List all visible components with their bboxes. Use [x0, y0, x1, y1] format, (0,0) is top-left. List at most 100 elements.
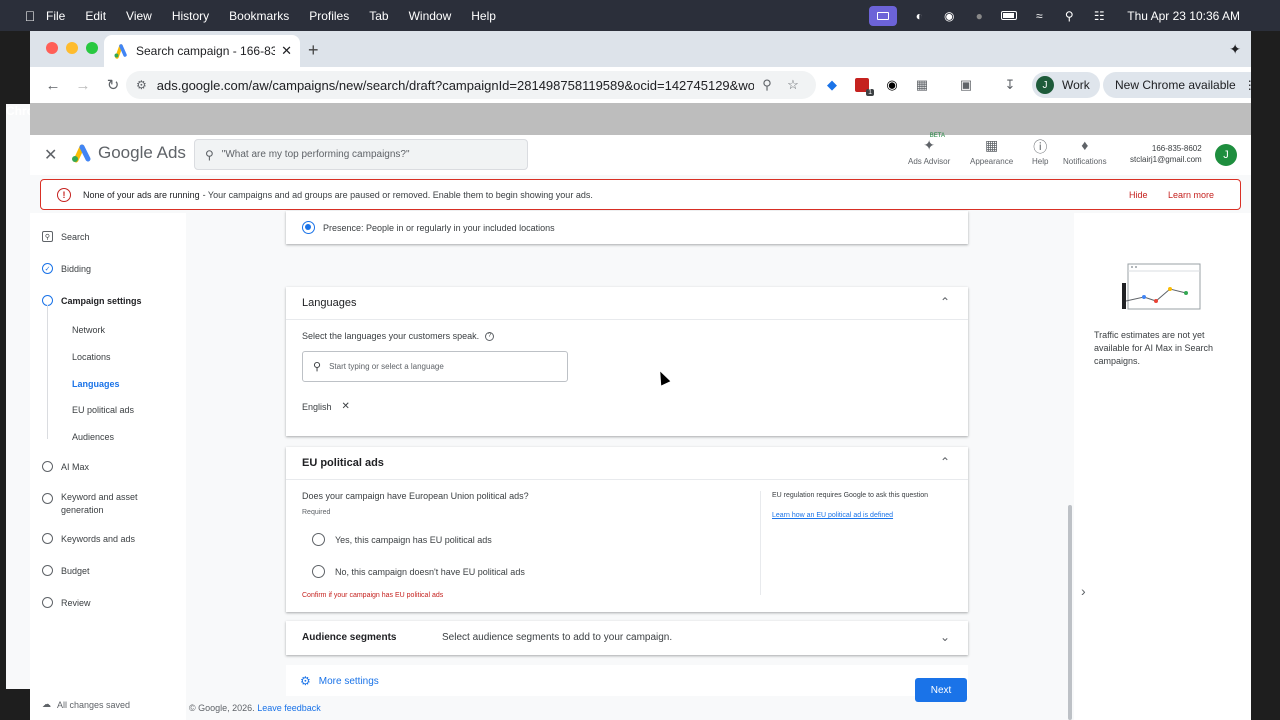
account-email: stclairj1@gmail.com [1130, 155, 1202, 164]
nav-sub-locations[interactable]: Locations [72, 352, 111, 362]
account-avatar[interactable]: J [1215, 144, 1237, 166]
appearance-button[interactable]: ▦ Appearance [970, 137, 1013, 166]
help-outline-icon[interactable]: ? [485, 331, 495, 341]
tab-search-icon[interactable]: ✦ [1229, 41, 1241, 58]
active-tab[interactable]: Search campaign - 166-835- ✕ [104, 35, 300, 67]
grammarly-icon[interactable]: ◉ [941, 9, 957, 23]
spotlight-search-icon[interactable]: ⚲ [1061, 9, 1077, 23]
language-search-input[interactable]: ⚲ Start typing or select a language [302, 351, 568, 382]
macos-menu-bar:  Chrome File Edit View History Bookmark… [0, 0, 1280, 689]
leave-feedback-link[interactable]: Leave feedback [257, 703, 321, 713]
help-icon: ⓘ [1033, 139, 1048, 155]
apple-icon[interactable]:  [14, 8, 46, 24]
minimize-window-button[interactable] [66, 42, 78, 54]
new-chrome-available-button[interactable]: New Chrome available ⋮ [1103, 72, 1251, 98]
alert-learn-more-link[interactable]: Learn more [1168, 190, 1214, 200]
nav-label-bidding: Bidding [61, 263, 92, 274]
sparkle-icon: ✦ BETA [923, 133, 945, 153]
nav-item-keyword-asset-generation[interactable]: Keyword and asset generation [42, 491, 151, 517]
download-icon[interactable]: ↧ [998, 73, 1022, 97]
nav-label-budget: Budget [61, 565, 90, 576]
status-dim-icon[interactable]: ● [971, 9, 987, 23]
nav-sub-eu-political-ads[interactable]: EU political ads [72, 405, 134, 415]
status-c-icon[interactable]: ◐ [911, 9, 927, 23]
nav-item-keywords-and-ads[interactable]: Keywords and ads [42, 533, 135, 544]
alert-title: None of your ads are running [83, 189, 200, 200]
nav-item-search[interactable]: ⚲ Search [42, 231, 90, 242]
notifications-button[interactable]: ♦ Notifications [1063, 137, 1107, 166]
more-settings-card[interactable]: ⚙ More settings [286, 665, 968, 696]
presence-radio[interactable] [302, 221, 315, 234]
ads-advisor-button[interactable]: ✦ BETA Ads Advisor [908, 133, 950, 166]
menu-view[interactable]: View [126, 9, 152, 23]
menu-bookmarks[interactable]: Bookmarks [229, 9, 289, 23]
tab-strip: Search campaign - 166-835- ✕ + ✦ [30, 31, 1251, 67]
more-settings-button[interactable]: ⚙ More settings [300, 674, 379, 688]
extension-tag-icon[interactable]: ◆ [820, 73, 844, 97]
reload-icon[interactable]: ↻ [98, 70, 128, 100]
ads-search-input[interactable]: ⚲ "What are my top performing campaigns?… [194, 139, 528, 170]
site-info-icon[interactable]: ⚙ [136, 78, 147, 92]
remove-chip-icon[interactable]: ✕ [342, 401, 350, 412]
eu-option-no[interactable]: No, this campaign doesn't have EU politi… [312, 565, 525, 578]
wifi-icon[interactable]: ≈ [1031, 9, 1047, 23]
account-info[interactable]: 166-835-8602 stclairj1@gmail.com [1130, 143, 1202, 165]
menu-tab[interactable]: Tab [369, 9, 388, 23]
presence-option[interactable]: Presence: People in or regularly in your… [302, 221, 555, 234]
zoom-icon[interactable]: ⚲ [754, 77, 780, 93]
nav-sub-audiences[interactable]: Audiences [72, 432, 114, 442]
bookmark-star-icon[interactable]: ☆ [780, 77, 806, 93]
extension-circle-icon[interactable]: ◉ [880, 73, 904, 97]
close-window-button[interactable] [46, 42, 58, 54]
language-chip-english: English ✕ [302, 401, 350, 412]
eu-option-yes[interactable]: Yes, this campaign has EU political ads [312, 533, 492, 546]
more-menu-icon[interactable]: ⋮ [1244, 78, 1251, 92]
control-center-icon[interactable]: ☷ [1091, 9, 1107, 23]
menu-history[interactable]: History [172, 9, 209, 23]
close-tab-icon[interactable]: ✕ [281, 43, 292, 59]
eu-no-radio[interactable] [312, 565, 325, 578]
collapse-chevron-up-icon[interactable]: ⌃ [940, 455, 950, 469]
eu-yes-radio[interactable] [312, 533, 325, 546]
nav-item-bidding[interactable]: ✓ Bidding [42, 263, 91, 274]
screen-record-icon[interactable] [869, 5, 898, 26]
new-tab-icon[interactable]: + [308, 40, 319, 61]
nav-sub-languages[interactable]: Languages [72, 379, 120, 389]
forward-icon[interactable]: → [68, 70, 98, 100]
nav-sub-network[interactable]: Network [72, 325, 105, 335]
address-bar[interactable]: ⚙ ads.google.com/aw/campaigns/new/search… [126, 71, 816, 99]
back-icon[interactable]: ← [38, 70, 68, 100]
nav-item-budget[interactable]: Budget [42, 565, 90, 576]
nav-item-ai-max[interactable]: AI Max [42, 461, 89, 472]
profile-button[interactable]: J Work [1032, 72, 1100, 98]
chevron-right-icon[interactable]: › [1081, 583, 1086, 599]
audience-segments-card[interactable]: Audience segments Select audience segmen… [286, 621, 968, 655]
menu-edit[interactable]: Edit [85, 9, 106, 23]
menu-help[interactable]: Help [471, 9, 496, 23]
nav-label-ai-max: AI Max [61, 461, 90, 472]
update-label: New Chrome available [1115, 78, 1236, 92]
close-icon[interactable]: ✕ [44, 145, 57, 165]
extensions-puzzle-icon[interactable]: ▦ [910, 73, 934, 97]
zoom-window-button[interactable] [86, 42, 98, 54]
eu-side-link[interactable]: Learn how an EU political ad is defined [772, 512, 893, 519]
nav-connector [47, 305, 48, 439]
nav-item-campaign-settings[interactable]: Campaign settings [42, 295, 142, 306]
help-button[interactable]: ⓘ Help [1032, 137, 1048, 166]
menu-profiles[interactable]: Profiles [309, 9, 349, 23]
menu-clock[interactable]: Thu Apr 23 10:36 AM [1127, 9, 1240, 23]
chip-label: English [302, 401, 332, 412]
scrollbar[interactable] [1068, 505, 1072, 720]
next-button[interactable]: Next [915, 678, 967, 702]
collapse-chevron-up-icon[interactable]: ⌃ [940, 295, 950, 309]
battery-icon[interactable] [1001, 9, 1018, 23]
screen-capture-icon[interactable]: ▣ [954, 73, 978, 97]
alert-hide-link[interactable]: Hide [1129, 190, 1148, 200]
nav-label-keyword-asset-generation: Keyword and asset generation [61, 492, 138, 515]
eu-question: Does your campaign have European Union p… [302, 491, 529, 501]
menu-file[interactable]: File [46, 9, 65, 23]
menu-window[interactable]: Window [409, 9, 452, 23]
extension-pdf-icon[interactable]: 1 [850, 73, 874, 97]
nav-item-review[interactable]: Review [42, 597, 91, 608]
expand-chevron-down-icon[interactable]: ⌄ [940, 630, 950, 644]
